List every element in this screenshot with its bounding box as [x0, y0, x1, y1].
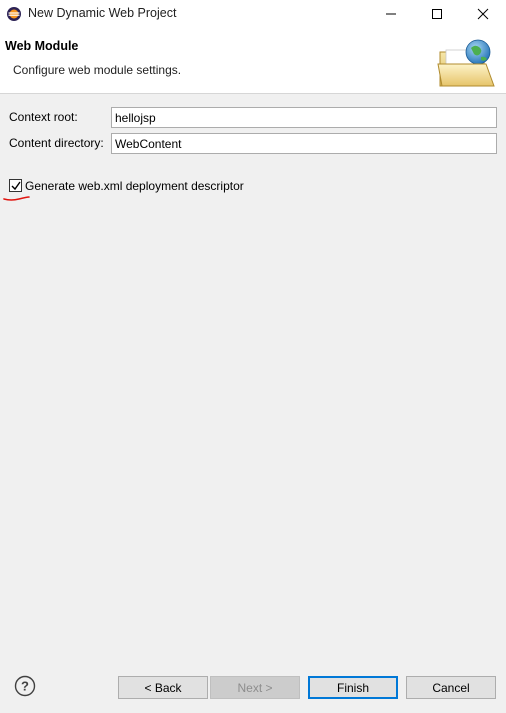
help-icon[interactable]: ?	[14, 675, 36, 697]
cancel-button[interactable]: Cancel	[406, 676, 496, 699]
maximize-icon	[432, 9, 442, 19]
context-root-label: Context root:	[9, 110, 78, 124]
minimize-button[interactable]	[368, 0, 414, 28]
context-root-input[interactable]	[111, 107, 497, 128]
close-icon	[477, 8, 489, 20]
page-title: Web Module	[5, 39, 79, 53]
close-button[interactable]	[460, 0, 506, 28]
minimize-icon	[386, 13, 396, 15]
svg-text:?: ?	[21, 679, 29, 694]
red-underline-annotation	[3, 196, 30, 201]
eclipse-icon	[7, 7, 21, 21]
back-button[interactable]: < Back	[118, 676, 208, 699]
wizard-header: Web Module Configure web module settings…	[0, 28, 506, 94]
maximize-button[interactable]	[414, 0, 460, 28]
title-bar: New Dynamic Web Project	[0, 0, 506, 28]
checkmark-icon	[11, 181, 21, 191]
page-description: Configure web module settings.	[13, 63, 182, 77]
generate-descriptor-checkbox[interactable]	[9, 179, 22, 192]
window-title: New Dynamic Web Project	[28, 6, 177, 20]
folder-globe-icon	[437, 39, 495, 87]
content-directory-label: Content directory:	[9, 136, 104, 150]
finish-button[interactable]: Finish	[308, 676, 398, 699]
next-button[interactable]: Next >	[210, 676, 300, 699]
content-directory-input[interactable]	[111, 133, 497, 154]
generate-descriptor-label: Generate web.xml deployment descriptor	[25, 179, 244, 193]
